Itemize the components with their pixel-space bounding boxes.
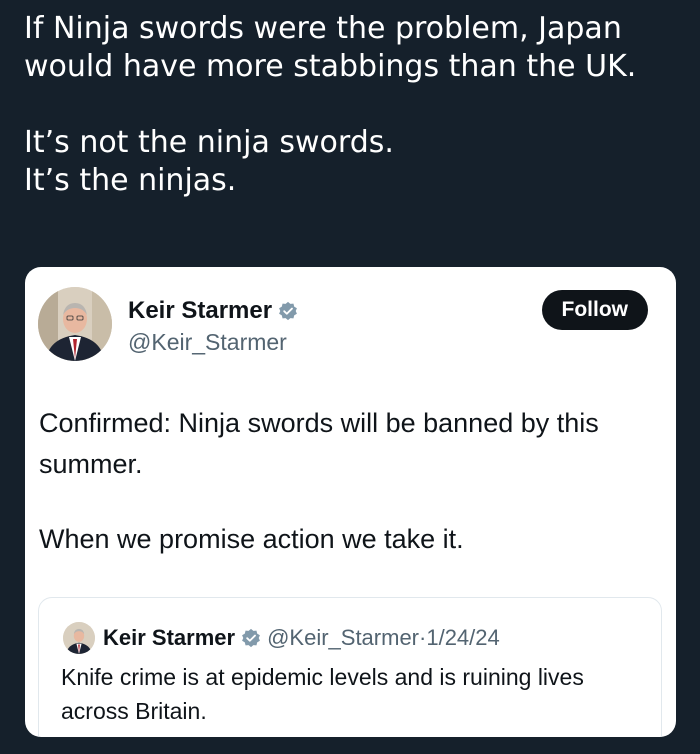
quoted-date[interactable]: 1/24/24 [426, 625, 499, 651]
author-name[interactable]: Keir Starmer [128, 297, 272, 325]
post-paragraph-3: It’s the ninjas. [24, 163, 237, 198]
tweet-body: Confirmed: Ninja swords will be banned b… [39, 403, 659, 594]
author-handle[interactable]: @Keir_Starmer [128, 329, 287, 356]
author-name-row[interactable]: Keir Starmer [128, 297, 298, 325]
quoted-author-name[interactable]: Keir Starmer [103, 625, 235, 651]
quoted-tweet[interactable]: Keir Starmer @Keir_Starmer · 1/24/24 Kni… [38, 597, 662, 737]
avatar[interactable] [38, 287, 112, 361]
tweet-paragraph-1: Confirmed: Ninja swords will be banned b… [39, 408, 599, 479]
person-avatar-icon [38, 287, 112, 361]
follow-button[interactable]: Follow [541, 290, 648, 330]
verified-badge-icon [242, 628, 260, 648]
embedded-tweet-card[interactable]: Keir Starmer @Keir_Starmer Follow Confir… [25, 267, 676, 737]
quoted-text: Knife crime is at epidemic levels and is… [61, 664, 584, 724]
quoted-avatar[interactable] [63, 622, 95, 654]
post-paragraph-2: It’s not the ninja swords. [24, 125, 394, 160]
quoted-header: Keir Starmer @Keir_Starmer · 1/24/24 [103, 625, 500, 651]
quoted-separator: · [419, 625, 427, 650]
post-text: If Ninja swords were the problem, Japan … [24, 10, 684, 200]
person-avatar-icon [63, 622, 95, 654]
post-paragraph-1: If Ninja swords were the problem, Japan … [24, 11, 637, 84]
verified-badge-icon [279, 301, 297, 321]
tweet-paragraph-2: When we promise action we take it. [39, 524, 464, 554]
quoted-author-handle[interactable]: @Keir_Starmer [267, 625, 419, 651]
